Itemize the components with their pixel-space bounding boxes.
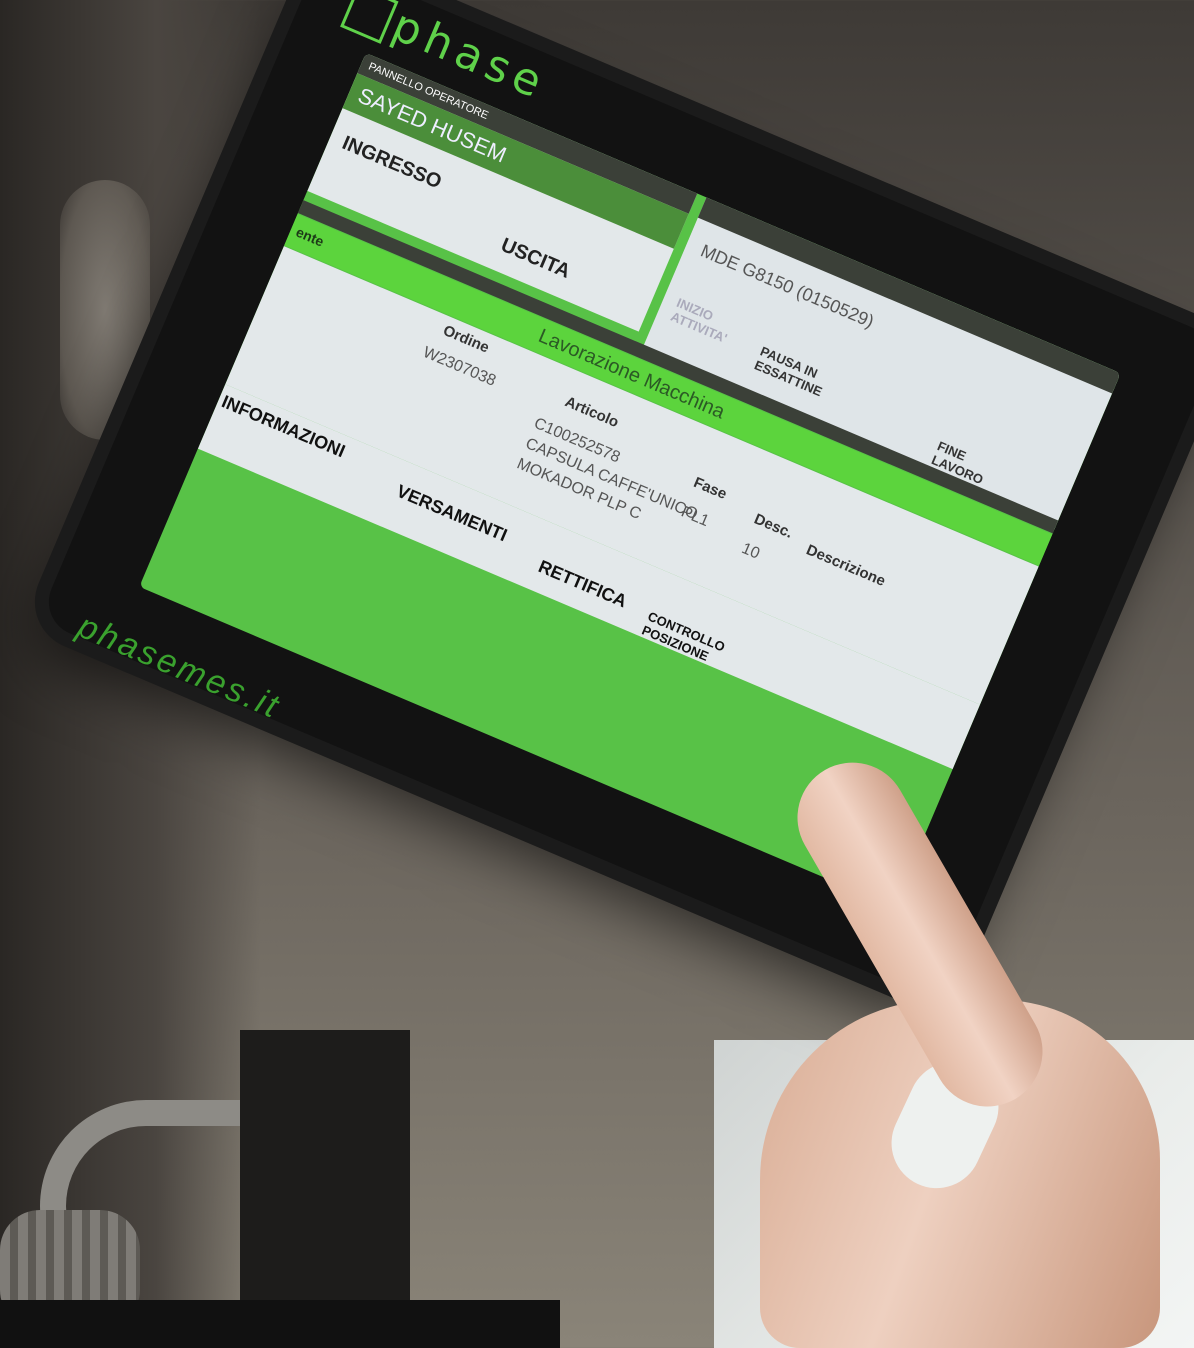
start-activity-button[interactable]: INIZIO ATTIVITA' — [669, 295, 754, 354]
checkout-button[interactable]: USCITA — [497, 234, 574, 284]
mount-base — [0, 1300, 560, 1348]
phase-value: PL1 — [678, 503, 712, 531]
check-position-button[interactable]: CONTROLLO POSIZIONE — [640, 609, 762, 684]
status-left-label: ente — [293, 223, 327, 250]
col-description: Descrizione — [803, 541, 888, 590]
col-step: Desc. — [751, 510, 796, 542]
col-phase: Fase — [691, 473, 730, 504]
machine-button-3[interactable] — [862, 394, 926, 421]
step-value: 10 — [739, 540, 763, 563]
col-article: Articolo — [562, 393, 622, 432]
screen: PANNELLO OPERATORE SAYED HUSEM INGRESSO … — [139, 52, 1121, 908]
correction-button[interactable]: RETTIFICA — [535, 556, 630, 612]
